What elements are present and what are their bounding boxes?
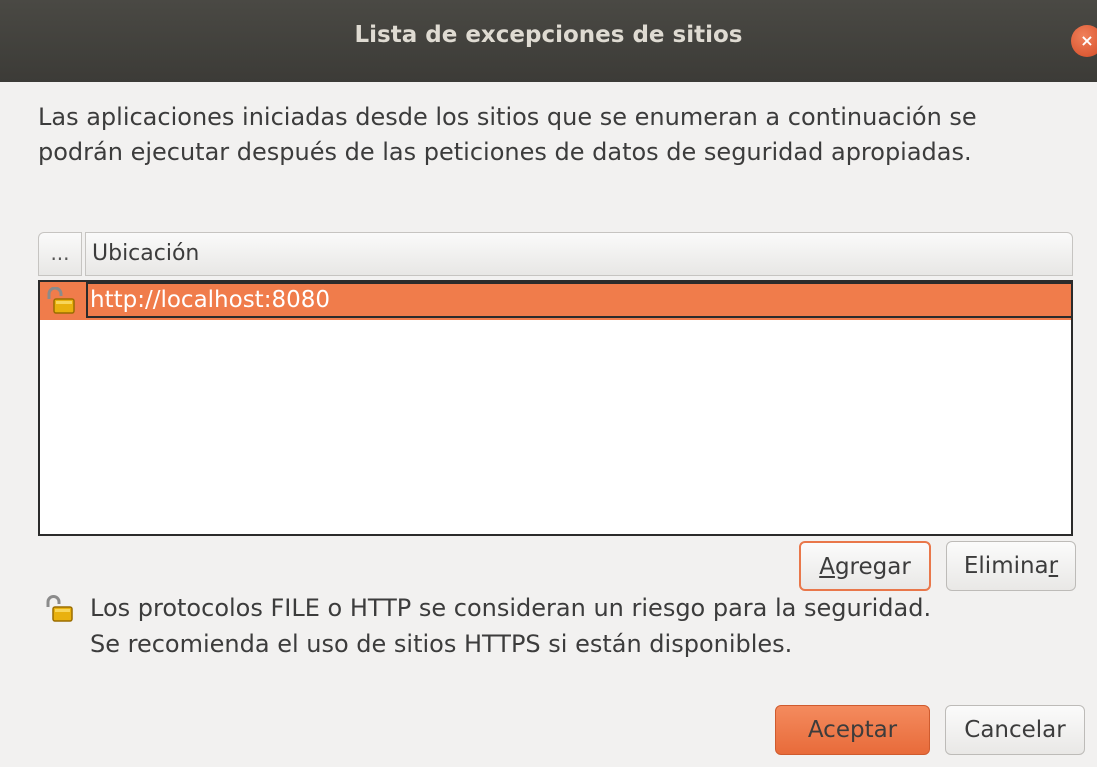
- description-text: Las aplicaciones iniciadas desde los sit…: [38, 103, 977, 166]
- table-row[interactable]: http://localhost:8080: [40, 282, 1071, 320]
- ok-button[interactable]: Aceptar: [775, 705, 930, 755]
- dialog-title: Lista de excepciones de sitios: [354, 22, 743, 48]
- close-icon: ×: [1080, 31, 1094, 50]
- open-lock-icon: [47, 287, 75, 314]
- remove-mnemonic: r: [1048, 553, 1059, 579]
- column-header-menu[interactable]: ...: [38, 232, 82, 276]
- site-exception-dialog: Lista de excepciones de sitios × Las apl…: [0, 0, 1097, 767]
- column-header-location[interactable]: Ubicación: [85, 232, 1073, 276]
- security-warning-line-1: Los protocolos FILE o HTTP se consideran…: [90, 594, 932, 622]
- add-button[interactable]: Agregar: [799, 541, 931, 591]
- site-location: http://localhost:8080: [86, 282, 1071, 318]
- title-bar[interactable]: Lista de excepciones de sitios ×: [0, 0, 1097, 82]
- exception-site-table: ... Ubicación http://localhost:8080: [38, 232, 1073, 536]
- add-label: gregar: [834, 554, 911, 580]
- remove-button[interactable]: Eliminar: [946, 541, 1076, 591]
- remove-label: Elimina: [963, 553, 1049, 579]
- site-list[interactable]: http://localhost:8080: [38, 280, 1073, 536]
- open-lock-icon: [46, 595, 73, 622]
- security-warning: Los protocolos FILE o HTTP se consideran…: [90, 590, 1080, 662]
- security-warning-line-2: Se recomienda el uso de sitios HTTPS si …: [90, 630, 793, 658]
- cancel-button[interactable]: Cancelar: [945, 705, 1085, 755]
- add-mnemonic: A: [819, 554, 835, 580]
- close-button[interactable]: ×: [1071, 25, 1097, 57]
